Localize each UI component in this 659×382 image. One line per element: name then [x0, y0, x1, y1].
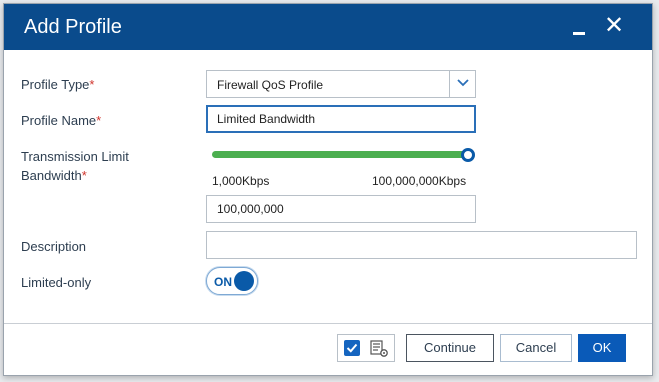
add-profile-dialog: Add Profile ✕ Profile Type* Firewall QoS… [3, 3, 653, 376]
footer-icon-group [337, 334, 395, 362]
toggle-on-text: ON [214, 275, 232, 289]
close-button[interactable]: ✕ [602, 14, 626, 38]
description-label: Description [21, 239, 87, 254]
checkbox-checked-icon[interactable] [344, 340, 360, 356]
chevron-down-icon[interactable] [449, 71, 475, 97]
transmission-limit-label: Transmission Limit [21, 149, 129, 164]
bandwidth-label-text: Bandwidth [21, 168, 82, 183]
description-input[interactable] [206, 231, 637, 259]
limited-only-label: Limited-only [21, 275, 92, 290]
bandwidth-value-input[interactable] [206, 195, 476, 223]
required-mark: * [89, 77, 95, 92]
profile-name-input[interactable] [206, 105, 476, 133]
bandwidth-slider-track[interactable] [212, 151, 472, 158]
minimize-button[interactable] [568, 14, 592, 38]
bandwidth-slider-thumb[interactable] [461, 148, 475, 162]
dialog-titlebar: Add Profile ✕ [4, 4, 652, 50]
ok-button[interactable]: OK [578, 334, 626, 362]
profile-name-label-text: Profile Name [21, 113, 97, 128]
profile-type-label-text: Profile Type [21, 77, 90, 92]
required-mark: * [96, 113, 102, 128]
slider-min-label: 1,000Kbps [212, 174, 270, 188]
profile-name-label: Profile Name* [21, 113, 101, 128]
list-settings-icon[interactable] [370, 340, 390, 363]
toggle-knob [234, 271, 254, 291]
cancel-button[interactable]: Cancel [500, 334, 572, 362]
limited-only-toggle[interactable]: ON [206, 267, 258, 295]
slider-max-label: 100,000,000Kbps [372, 174, 467, 188]
continue-button[interactable]: Continue [406, 334, 494, 362]
bandwidth-label: Bandwidth* [21, 168, 87, 183]
required-mark: * [81, 168, 87, 183]
profile-type-value: Firewall QoS Profile [217, 78, 324, 92]
profile-type-select[interactable]: Firewall QoS Profile [206, 70, 476, 98]
profile-type-label: Profile Type* [21, 77, 94, 92]
dialog-title: Add Profile [24, 16, 122, 38]
footer-divider [4, 323, 652, 324]
